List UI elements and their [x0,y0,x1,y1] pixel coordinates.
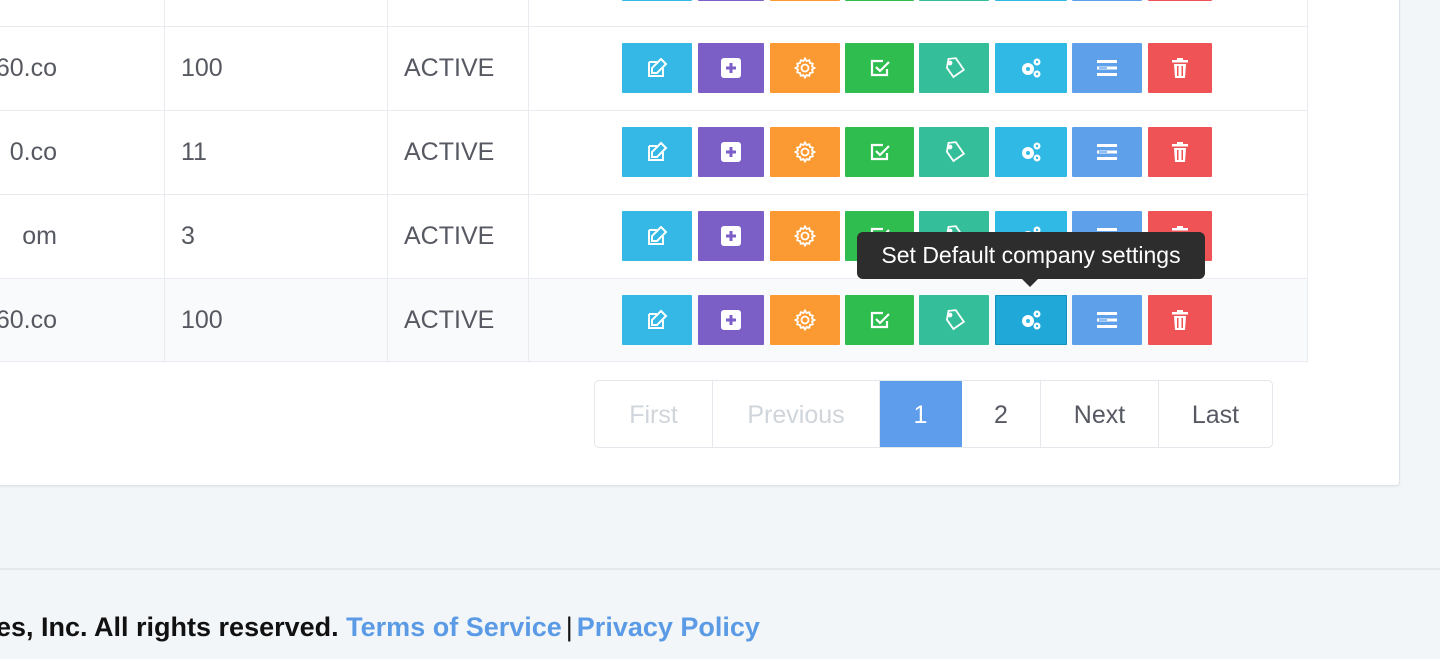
table-row: 0.co 11 ACTIVE [0,110,1308,194]
footer: es, Inc. All rights reserved. Terms of S… [0,612,760,643]
default-settings-button[interactable] [995,43,1067,93]
settings-button[interactable] [770,295,840,345]
approve-button[interactable] [845,0,914,1]
cell-users: 11 [165,111,388,194]
pagination-last[interactable]: Last [1159,381,1272,447]
cell-domain: om [0,195,165,278]
settings-button[interactable] [770,127,840,177]
pagination-page-1[interactable]: 1 [880,381,962,447]
plus-square-icon [719,308,743,332]
add-button[interactable] [698,295,764,345]
list-icon [1095,140,1119,164]
edit-button[interactable] [622,127,692,177]
edit-icon [645,56,669,80]
cell-domain: 0.co [0,111,165,194]
list-icon [1095,308,1119,332]
cell-users: 100 [165,27,388,110]
tooltip-text: Set Default company settings [881,242,1181,268]
default-settings-button[interactable] [995,127,1067,177]
table-row [0,0,1308,26]
gear-icon [793,56,817,80]
list-icon [1095,56,1119,80]
add-button[interactable] [698,211,764,261]
terms-link[interactable]: Terms of Service [346,612,562,642]
pagination-next[interactable]: Next [1041,381,1159,447]
gear-icon [793,308,817,332]
add-button[interactable] [698,0,764,1]
cell-status: ACTIVE [388,195,529,278]
edit-button[interactable] [622,295,692,345]
approve-button[interactable] [845,43,914,93]
delete-button[interactable] [1148,43,1212,93]
approve-button[interactable] [845,127,914,177]
edit-icon [645,308,669,332]
trash-icon [1168,56,1192,80]
settings-button[interactable] [770,43,840,93]
edit-icon [645,140,669,164]
table-row: 360.co 100ACTIVE [0,26,1308,110]
tooltip: Set Default company settings [857,232,1205,287]
edit-button[interactable] [622,43,692,93]
cogs-icon [1019,308,1043,332]
cell-domain: 360.co [0,27,165,110]
plus-square-icon [719,224,743,248]
delete-button[interactable] [1148,295,1212,345]
gear-icon [793,140,817,164]
list-button[interactable] [1072,43,1142,93]
cell-users: 100 [165,279,388,361]
add-button[interactable] [698,127,764,177]
cell-status: ACTIVE [388,279,529,361]
cell-domain: 360.co [0,279,165,361]
tag-button[interactable] [919,0,989,1]
settings-button[interactable] [770,211,840,261]
tag-button[interactable] [919,295,989,345]
add-button[interactable] [698,43,764,93]
cell-status: ACTIVE [388,27,529,110]
settings-button[interactable] [770,0,840,1]
domain-text: 360.co [0,54,57,82]
privacy-link[interactable]: Privacy Policy [577,612,760,642]
check-square-icon [868,308,892,332]
check-square-icon [868,140,892,164]
cogs-icon [1019,56,1043,80]
footer-separator: | [565,612,573,642]
tag-icon [942,56,966,80]
list-button[interactable] [1072,0,1142,1]
edit-button[interactable] [622,0,692,1]
default-settings-button[interactable] [995,295,1067,345]
tag-button[interactable] [919,43,989,93]
edit-button[interactable] [622,211,692,261]
trash-icon [1168,140,1192,164]
trash-icon [1168,308,1192,332]
pagination-first[interactable]: First [595,381,713,447]
table-row: 360.co 100ACTIVE [0,278,1308,362]
pagination-page-2[interactable]: 2 [962,381,1041,447]
gear-icon [793,224,817,248]
approve-button[interactable] [845,295,914,345]
tag-icon [942,308,966,332]
tag-icon [942,140,966,164]
check-square-icon [868,56,892,80]
cell-users: 3 [165,195,388,278]
plus-square-icon [719,140,743,164]
plus-square-icon [719,56,743,80]
cell-status: ACTIVE [388,111,529,194]
delete-button[interactable] [1148,127,1212,177]
domain-text: 0.co [9,138,57,166]
delete-button[interactable] [1148,0,1212,1]
edit-icon [645,224,669,248]
footer-copyright: es, Inc. All rights reserved. [0,612,339,642]
cogs-icon [1019,140,1043,164]
pagination: First Previous 1 2 Next Last [594,380,1273,448]
pagination-previous[interactable]: Previous [713,381,880,447]
footer-divider [0,568,1440,570]
domain-text: om [22,222,57,250]
domain-text: 360.co [0,305,57,334]
default-settings-button[interactable] [995,0,1067,1]
list-button[interactable] [1072,127,1142,177]
tag-button[interactable] [919,127,989,177]
list-button[interactable] [1072,295,1142,345]
